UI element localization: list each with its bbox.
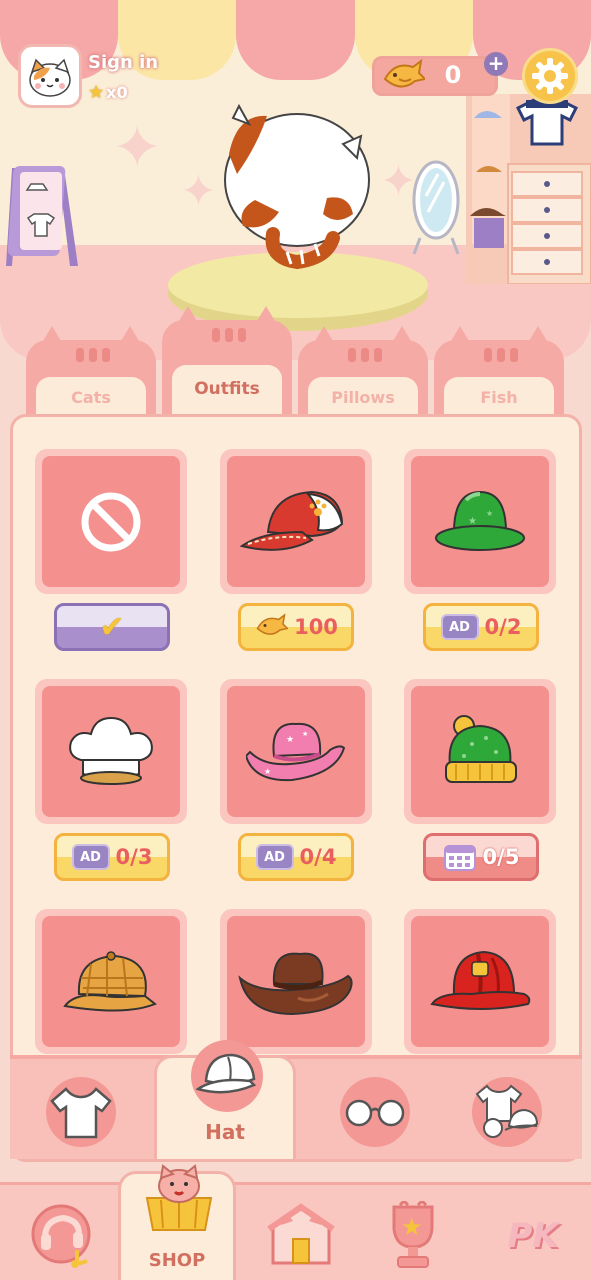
star-icon: ★ <box>88 82 105 103</box>
star-count-value: x0 <box>106 83 128 102</box>
outfit-set-icon <box>475 1084 539 1138</box>
item-card-chef-hat[interactable] <box>35 679 187 824</box>
subcat-active-label: Hat <box>205 1120 245 1144</box>
price-value: 100 <box>294 615 338 639</box>
subcat-hat-active[interactable]: Hat <box>154 1040 296 1159</box>
buy-with-fish-button[interactable]: 100 <box>238 603 354 651</box>
fish-currency-counter: 0 <box>372 56 498 96</box>
fire-helmet-icon <box>430 950 531 1010</box>
watch-ad-button[interactable]: AD 0/2 <box>423 603 539 651</box>
nav-pk[interactable]: PK <box>496 1199 570 1273</box>
ad-progress-value: 0/4 <box>299 845 337 869</box>
gear-icon <box>532 58 568 94</box>
subcategory-bar: Hat <box>10 1040 582 1159</box>
shirt-icon <box>50 1087 112 1139</box>
sparkle-icon: ✦ <box>180 166 217 217</box>
tab-fish[interactable]: Fish <box>434 326 564 415</box>
ad-badge: AD <box>440 614 479 640</box>
music-ball-icon <box>31 1204 91 1268</box>
item-card-plaid-cap[interactable] <box>35 909 187 1054</box>
item-card-green-beanie[interactable] <box>404 679 556 824</box>
sign-in-link[interactable]: Sign in <box>88 52 158 73</box>
tab-pillows[interactable]: Pillows <box>298 326 428 415</box>
standing-mirror <box>412 160 460 255</box>
category-tabs: Cats Outfits Pillows Fish <box>26 306 566 415</box>
nav-trophy[interactable]: ★ <box>376 1199 450 1273</box>
plaid-newsboy-cap-icon <box>63 950 157 1011</box>
shop-icon <box>145 1164 213 1231</box>
fish-count-value: 0 <box>444 61 462 89</box>
ad-progress-value: 0/3 <box>115 845 153 869</box>
taiyaki-fish-icon <box>383 58 425 88</box>
login-progress-value: 0/5 <box>482 845 520 869</box>
svg-text:★: ★ <box>486 509 493 518</box>
settings-button[interactable] <box>522 48 578 104</box>
red-paw-cap-icon <box>239 490 344 551</box>
equipped-check-button[interactable]: ✔ <box>54 603 170 651</box>
tab-cats[interactable]: Cats <box>26 326 156 415</box>
cap-icon <box>196 1053 257 1094</box>
house-icon <box>267 1203 335 1265</box>
svg-text:★: ★ <box>286 735 294 745</box>
green-beanie-icon <box>445 714 517 783</box>
shop-label: SHOP <box>148 1250 206 1271</box>
item-card-brown-cowboy[interactable] <box>220 909 372 1054</box>
bottom-nav: SHOP ★ PK <box>0 1164 591 1280</box>
calendar-icon <box>443 845 476 871</box>
item-card-none[interactable] <box>35 449 187 594</box>
subcat-glasses[interactable] <box>340 1077 410 1147</box>
trophy-icon: ★ <box>392 1201 434 1268</box>
svg-text:★: ★ <box>401 1213 423 1241</box>
game-screen: ✦ ✦ ✦ Sign in ★ x0 0 + Cats Outfits Pill… <box>0 0 591 1280</box>
room-scene: ✦ ✦ ✦ Sign in ★ x0 0 + <box>0 0 591 360</box>
glasses-icon <box>345 1099 405 1127</box>
svg-text:★: ★ <box>264 767 271 776</box>
daily-login-button[interactable]: 0/5 <box>423 833 539 881</box>
cap-icon-wrap <box>191 1040 263 1112</box>
tab-label: Pillows <box>331 388 395 407</box>
cat-character[interactable] <box>215 104 379 274</box>
item-card-fire-helmet[interactable] <box>404 909 556 1054</box>
brown-cowboy-hat-icon <box>238 952 353 1015</box>
none-icon <box>81 492 141 551</box>
check-icon: ✔ <box>99 609 125 645</box>
tab-label: Fish <box>480 388 518 407</box>
item-card-green-bowler[interactable]: ★ ★ <box>404 449 556 594</box>
item-card-pink-cowboy[interactable]: ★ ★ ★ <box>220 679 372 824</box>
clothes-shelf <box>466 94 591 284</box>
svg-text:★: ★ <box>468 516 477 527</box>
profile-avatar-button[interactable] <box>18 44 82 108</box>
subcat-outfit-set[interactable] <box>472 1077 542 1147</box>
subcat-shirt[interactable] <box>46 1077 116 1147</box>
nav-shop[interactable]: SHOP <box>118 1164 236 1280</box>
nav-music[interactable] <box>26 1199 100 1273</box>
tab-outfits[interactable]: Outfits <box>162 306 292 415</box>
ad-badge: AD <box>71 844 110 870</box>
shop-sign-board <box>6 166 78 266</box>
add-fish-button[interactable]: + <box>484 52 508 76</box>
nav-home[interactable] <box>264 1199 338 1273</box>
sparkle-icon: ✦ <box>112 113 163 183</box>
item-card-red-cap[interactable] <box>220 449 372 594</box>
tab-label: Outfits <box>194 379 260 399</box>
cat-avatar-icon <box>29 58 71 97</box>
tab-label: Cats <box>71 388 111 407</box>
watch-ad-button[interactable]: AD 0/3 <box>54 833 170 881</box>
green-bowler-hat-icon: ★ ★ <box>435 490 525 551</box>
items-panel: ✔ 100 ★ ★ AD 0/2 AD 0/3 ★ ★ ★ AD 0/4 0/5 <box>10 414 582 1162</box>
taiyaki-fish-icon <box>256 613 289 635</box>
ad-progress-value: 0/2 <box>484 615 522 639</box>
star-counter: ★ x0 <box>88 82 128 103</box>
ad-badge: AD <box>255 844 294 870</box>
watch-ad-button[interactable]: AD 0/4 <box>238 833 354 881</box>
svg-text:★: ★ <box>302 730 308 738</box>
chef-hat-icon <box>69 716 153 785</box>
awning <box>0 0 591 95</box>
pk-icon: PK <box>507 1216 559 1256</box>
pink-cowboy-hat-icon: ★ ★ ★ <box>246 722 346 781</box>
